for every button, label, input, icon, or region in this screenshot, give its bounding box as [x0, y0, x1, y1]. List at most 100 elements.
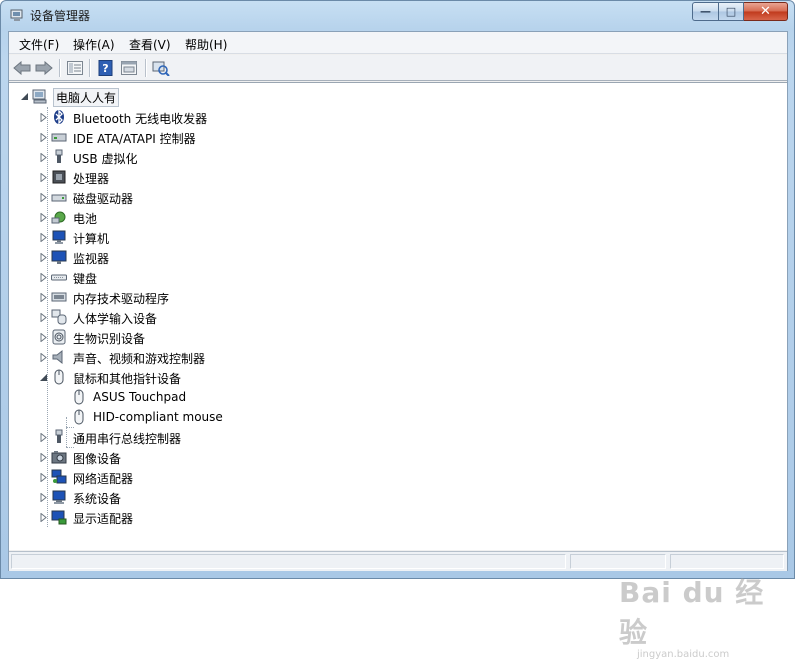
status-segment [570, 554, 666, 569]
tree-item-label: 人体学输入设备 [73, 312, 158, 326]
keyboard-icon [51, 274, 67, 281]
status-segment [670, 554, 784, 569]
expand-icon[interactable] [39, 193, 48, 202]
tree-item-label: 内存技术驱动程序 [73, 292, 170, 306]
network-icon [51, 469, 67, 484]
display-adapter-icon [51, 510, 67, 525]
status-segment [11, 554, 566, 569]
device-tree[interactable]: 电脑人人有 Bluetooth 无线电收发器 IDE ATA/ATAPI 控制器 [9, 82, 787, 660]
tree-item-usb-virtualization[interactable]: USB 虚拟化 [9, 147, 309, 167]
tree-item-usb-controllers[interactable]: 通用串行总线控制器 [9, 427, 309, 447]
tree-item-computer[interactable]: 计算机 [9, 227, 309, 247]
tree-item-label: 通用串行总线控制器 [73, 432, 182, 446]
minimize-icon: — [700, 5, 711, 18]
collapse-icon[interactable] [20, 92, 29, 101]
expand-icon[interactable] [39, 113, 48, 122]
tree-item-ide[interactable]: IDE ATA/ATAPI 控制器 [9, 127, 309, 147]
maximize-button[interactable]: □ [718, 2, 744, 21]
tree-item-label: 系统设备 [73, 492, 122, 506]
expand-icon[interactable] [39, 273, 48, 282]
title-bar[interactable]: 设备管理器 — □ ✕ [1, 1, 794, 29]
menu-action[interactable]: 操作(A) [73, 36, 115, 53]
tree-root[interactable]: 电脑人人有 [9, 86, 209, 107]
usb-icon [55, 149, 63, 163]
tree-item-label: IDE ATA/ATAPI 控制器 [73, 132, 196, 146]
client-area: 文件(F) 操作(A) 查看(V) 帮助(H) ? 电脑人人有 Bluetoot… [8, 31, 788, 660]
expand-icon[interactable] [39, 473, 48, 482]
properties-view-button[interactable] [65, 58, 85, 78]
tree-item-label: 显示适配器 [73, 512, 134, 526]
help-icon: ? [98, 60, 113, 76]
tree-item-hid[interactable]: 人体学输入设备 [9, 307, 309, 327]
scan-hardware-icon [152, 61, 170, 76]
tree-item-display-adapters[interactable]: 显示适配器 [9, 507, 309, 527]
expand-icon[interactable] [39, 293, 48, 302]
bluetooth-icon [54, 109, 64, 125]
tree-item-hid-mouse[interactable]: HID-compliant mouse [9, 407, 309, 427]
help-button[interactable]: ? [96, 58, 116, 78]
watermark-logo-text: Bai du 经验 [619, 576, 765, 649]
expand-icon[interactable] [39, 513, 48, 522]
tree-item-imaging[interactable]: 图像设备 [9, 447, 309, 467]
tree-item-disk-drives[interactable]: 磁盘驱动器 [9, 187, 309, 207]
forward-button[interactable] [34, 58, 54, 78]
tree-item-biometric[interactable]: 生物识别设备 [9, 327, 309, 347]
expand-icon[interactable] [39, 213, 48, 222]
ide-controller-icon [51, 133, 67, 142]
menu-help[interactable]: 帮助(H) [185, 36, 227, 53]
expand-icon[interactable] [39, 133, 48, 142]
toolbar-separator [89, 59, 90, 77]
tree-item-label: 生物识别设备 [73, 332, 146, 346]
mouse-icon [54, 369, 64, 385]
tree-item-memory-tech[interactable]: 内存技术驱动程序 [9, 287, 309, 307]
tree-item-monitors[interactable]: 监视器 [9, 247, 309, 267]
close-button[interactable]: ✕ [744, 2, 788, 21]
mouse-icon [74, 389, 84, 405]
expand-icon[interactable] [39, 333, 48, 342]
tree-item-network[interactable]: 网络适配器 [9, 467, 309, 487]
tree-item-label: 监视器 [73, 252, 110, 266]
tree-item-system[interactable]: 系统设备 [9, 487, 309, 507]
watermark: Bai du 经验 jingyan.baidu.com [619, 571, 787, 660]
menu-view[interactable]: 查看(V) [129, 36, 171, 53]
tree-item-mice[interactable]: 鼠标和其他指针设备 [9, 367, 309, 387]
mouse-icon [74, 409, 84, 425]
expand-icon[interactable] [39, 453, 48, 462]
window-title: 设备管理器 [30, 9, 91, 23]
hid-icon [51, 309, 67, 325]
toolbar: ? [9, 55, 787, 81]
tree-item-label: ASUS Touchpad [93, 390, 187, 404]
tree-root-label: 电脑人人有 [53, 88, 120, 107]
tree-item-label: 处理器 [73, 172, 110, 186]
tree-item-label: 图像设备 [73, 452, 122, 466]
tree-item-processor[interactable]: 处理器 [9, 167, 309, 187]
menu-file[interactable]: 文件(F) [19, 36, 59, 53]
computer-monitor-icon [52, 230, 66, 244]
usb-icon [55, 429, 63, 443]
tree-item-keyboards[interactable]: 键盘 [9, 267, 309, 287]
collapse-icon[interactable] [39, 373, 48, 382]
device-manager-icon [10, 9, 23, 21]
expand-icon[interactable] [39, 493, 48, 502]
tree-item-label: 计算机 [73, 232, 110, 246]
processor-icon [52, 170, 66, 184]
scan-hardware-button[interactable] [151, 58, 171, 78]
expand-icon[interactable] [39, 173, 48, 182]
minimize-button[interactable]: — [692, 2, 718, 21]
expand-icon[interactable] [39, 233, 48, 242]
tree-item-sound[interactable]: 声音、视频和游戏控制器 [9, 347, 309, 367]
console-view-button[interactable] [119, 58, 139, 78]
disk-drive-icon [51, 194, 67, 202]
tree-item-battery[interactable]: 电池 [9, 207, 309, 227]
expand-icon[interactable] [39, 253, 48, 262]
tree-item-bluetooth[interactable]: Bluetooth 无线电收发器 [9, 107, 309, 127]
tree-item-label: 键盘 [73, 272, 98, 286]
expand-icon[interactable] [39, 313, 48, 322]
tree-item-asus-touchpad[interactable]: ASUS Touchpad [9, 387, 309, 407]
tree-item-label: 声音、视频和游戏控制器 [73, 352, 206, 366]
expand-icon[interactable] [39, 353, 48, 362]
back-button[interactable] [12, 58, 32, 78]
expand-icon[interactable] [39, 153, 48, 162]
expand-icon[interactable] [39, 433, 48, 442]
system-icon [52, 490, 66, 504]
